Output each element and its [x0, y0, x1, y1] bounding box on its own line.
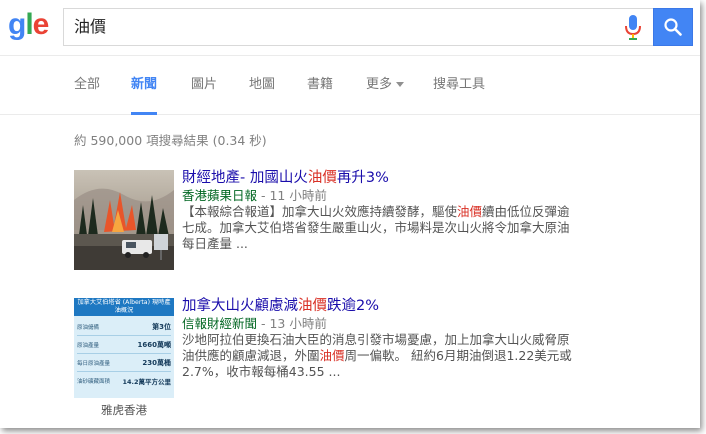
tab-search-tools[interactable]: 搜尋工具	[433, 57, 485, 115]
browser-frame: gle 全部 新聞 圖片 地圖 書籍 更多 搜	[0, 0, 700, 428]
snippet-line: 每日產量 ...	[182, 236, 248, 251]
magnifier-icon	[664, 18, 682, 36]
mic-icon[interactable]	[622, 15, 644, 41]
search-tabs: 全部 新聞 圖片 地圖 書籍 更多 搜尋工具	[0, 57, 700, 115]
infographic-row-value: 1660萬噸	[137, 340, 171, 349]
tab-all[interactable]: 全部	[74, 57, 100, 115]
snippet-text-end: 周一偏軟。 紐約6月期油倒退1.22美元或	[344, 348, 572, 363]
result-snippet: 【本報綜合報道】加拿大山火效應持續發酵，驅使油價續由低位反彈逾 七成。加拿大艾伯…	[182, 204, 594, 252]
tab-maps[interactable]: 地圖	[249, 57, 275, 115]
infographic-row: 油砂礦藏面積 14.2萬平方公里	[77, 372, 171, 390]
search-input[interactable]	[74, 9, 614, 45]
infographic-row: 原油產量 1660萬噸	[77, 336, 171, 354]
infographic-row-value: 第3位	[152, 322, 171, 331]
result-snippet: 沙地阿拉伯更換石油大臣的消息引發市場憂慮，加上加拿大山火威脅原 油供應的顧慮減退…	[182, 332, 594, 380]
search-box	[63, 8, 653, 46]
tab-more[interactable]: 更多	[366, 57, 405, 115]
tab-books[interactable]: 書籍	[307, 57, 333, 115]
result-title-link[interactable]: 財經地產- 加國山火油價再升3%	[182, 170, 594, 187]
result-body: 財經地產- 加國山火油價再升3% 香港蘋果日報 - 11 小時前 【本報綜合報道…	[182, 170, 594, 252]
caret-down-icon	[396, 82, 405, 87]
result-thumbnail-infographic[interactable]: 加拿大艾伯塔省 (Alberta) 現時產油概況 原油儲備 第3位 原油產量 1…	[74, 298, 174, 398]
result-time: - 13 小時前	[257, 316, 327, 331]
result-thumbnail-wildfire[interactable]	[74, 170, 174, 270]
title-text-end: 跌逾2%	[327, 298, 380, 314]
thumbnail-caption[interactable]: 雅虎香港	[74, 402, 174, 418]
logo-letter-g: g	[8, 8, 26, 41]
title-highlight: 油價	[307, 170, 337, 186]
infographic-row-label: 油砂礦藏面積	[77, 379, 111, 385]
snippet-highlight: 油價	[319, 348, 345, 363]
snippet-line: 【本報綜合報道】加拿大山火效應持續發酵，驅使油價續由低位反彈逾	[182, 204, 594, 220]
infographic-row-label: 原油儲備	[77, 324, 100, 331]
infographic-row-value: 230萬桶	[142, 358, 171, 367]
news-result-1: 財經地產- 加國山火油價再升3% 香港蘋果日報 - 11 小時前 【本報綜合報道…	[74, 170, 614, 272]
logo-letter-l: l	[25, 8, 33, 41]
result-source: 香港蘋果日報	[182, 188, 258, 203]
search-header: gle	[0, 0, 700, 56]
result-meta: 香港蘋果日報 - 11 小時前	[182, 188, 594, 204]
tab-images[interactable]: 圖片	[191, 57, 217, 115]
title-text: 財經地產- 加國山火	[182, 170, 308, 186]
title-text-end: 再升3%	[336, 170, 389, 186]
news-result-2: 加拿大艾伯塔省 (Alberta) 現時產油概況 原油儲備 第3位 原油產量 1…	[74, 298, 614, 418]
infographic-row: 原油儲備 第3位	[77, 318, 171, 336]
snippet-text: 【本報綜合報道】加拿大山火效應持續發酵，驅使	[182, 204, 458, 219]
snippet-text: 油供應的顧慮減退，外圍	[182, 348, 320, 363]
result-meta: 信報財經新聞 - 13 小時前	[182, 316, 594, 332]
snippet-line: 2.7%，收市報每桶43.55 ...	[182, 364, 341, 379]
snippet-text-end: 續由低位反彈逾	[482, 204, 570, 219]
infographic-row-value: 14.2萬平方公里	[122, 378, 171, 386]
result-title-link[interactable]: 加拿大山火顧慮減油價跌逾2%	[182, 298, 594, 315]
search-button[interactable]	[653, 8, 693, 46]
title-highlight: 油價	[298, 298, 327, 314]
snippet-line: 油供應的顧慮減退，外圍油價周一偏軟。 紐約6月期油倒退1.22美元或	[182, 348, 594, 364]
snippet-line: 沙地阿拉伯更換石油大臣的消息引發市場憂慮，加上加拿大山火威脅原	[182, 332, 570, 347]
snippet-highlight: 油價	[457, 204, 483, 219]
google-logo[interactable]: gle	[8, 8, 50, 41]
infographic-rows: 原油儲備 第3位 原油產量 1660萬噸 每日原油產量 230萬桶 油砂礦藏面積…	[74, 316, 174, 390]
result-stats: 約 590,000 項搜尋結果 (0.34 秒)	[74, 133, 267, 148]
infographic-row: 每日原油產量 230萬桶	[77, 354, 171, 372]
result-time: - 11 小時前	[257, 188, 327, 203]
snippet-line: 七成。加拿大艾伯塔省發生嚴重山火，市場料是次山火將令加拿大原油	[182, 220, 570, 235]
result-source: 信報財經新聞	[182, 316, 258, 331]
tab-more-label: 更多	[366, 77, 393, 92]
infographic-row-label: 原油產量	[77, 342, 100, 349]
result-body: 加拿大山火顧慮減油價跌逾2% 信報財經新聞 - 13 小時前 沙地阿拉伯更換石油…	[182, 298, 594, 380]
tab-news[interactable]: 新聞	[131, 57, 158, 115]
infographic-row-label: 每日原油產量	[77, 360, 111, 367]
infographic-header: 加拿大艾伯塔省 (Alberta) 現時產油概況	[74, 298, 174, 316]
title-text: 加拿大山火顧慮減	[182, 298, 298, 314]
logo-letter-e: e	[32, 8, 50, 41]
